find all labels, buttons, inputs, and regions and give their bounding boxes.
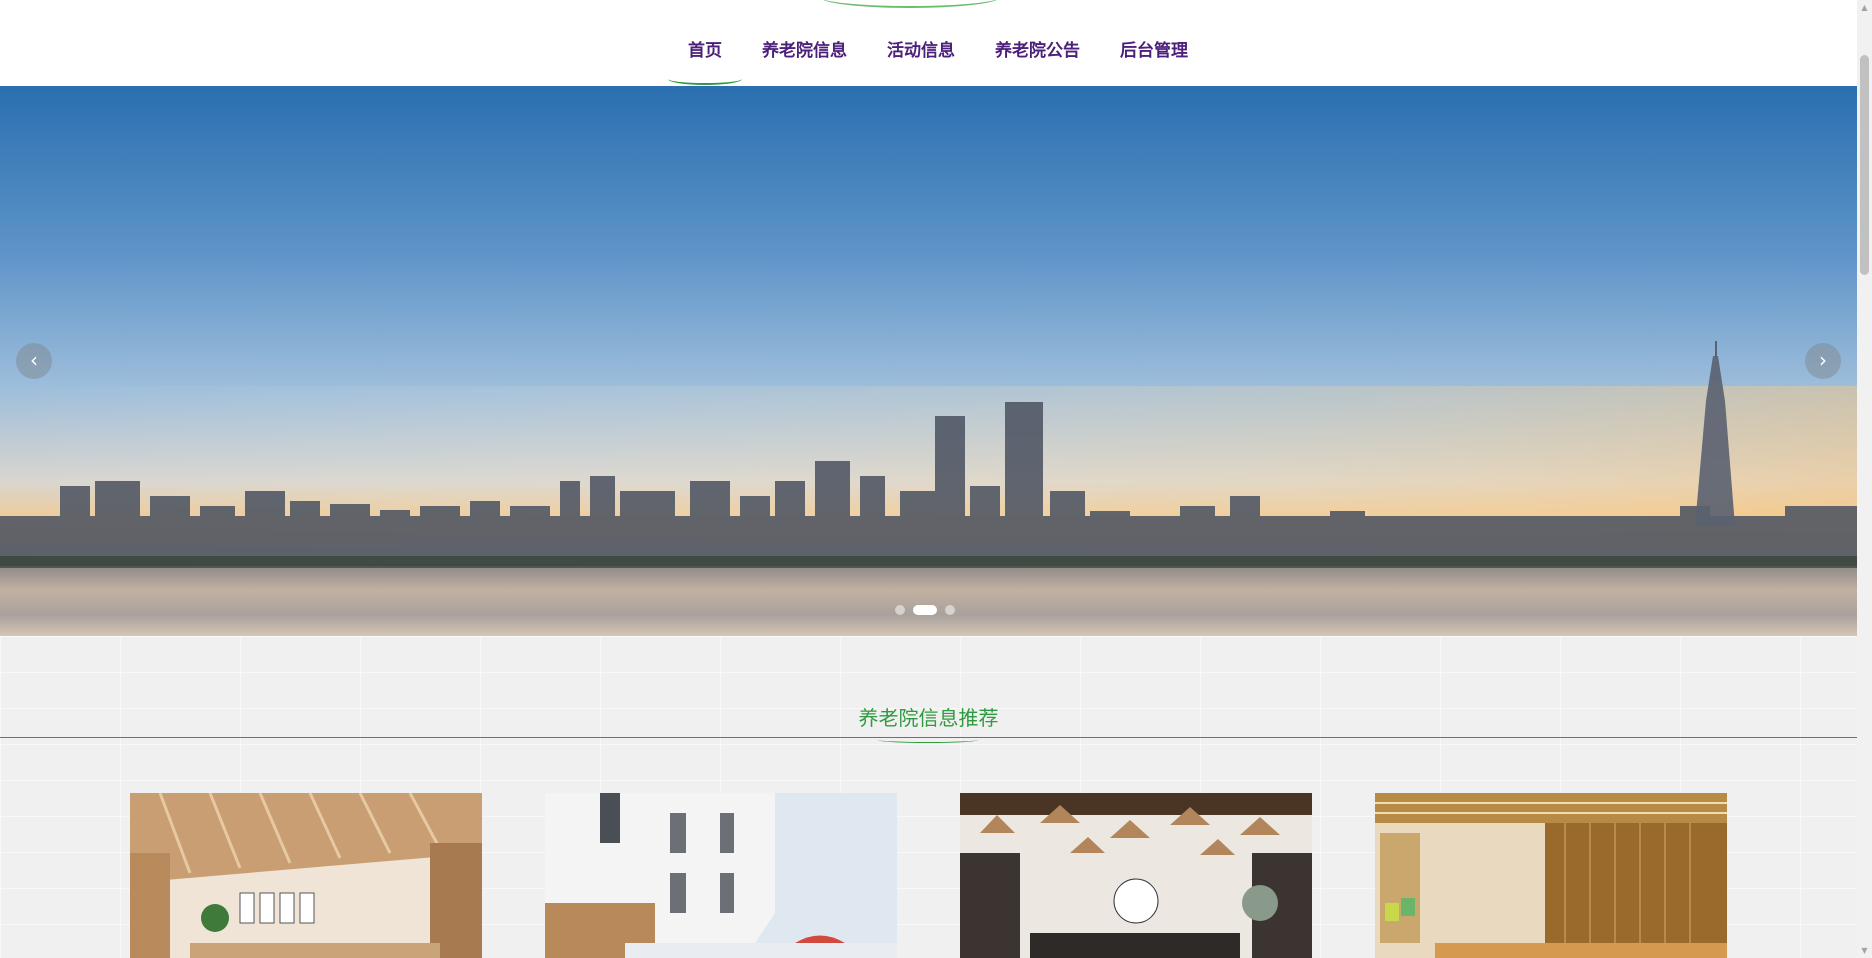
top-navigation-bar: 首页 养老院信息 活动信息 养老院公告 后台管理: [0, 0, 1857, 86]
city-skyline-image: [0, 341, 1857, 636]
card-image: [130, 793, 482, 958]
carousel-dot-3[interactable]: [945, 605, 955, 615]
nav-item-admin[interactable]: 后台管理: [1100, 0, 1208, 86]
chevron-left-icon: ‹: [30, 348, 38, 372]
nav-item-nursing-home-notice[interactable]: 养老院公告: [975, 0, 1100, 86]
recommendation-section: 养老院信息推荐: [0, 636, 1857, 958]
nav-item-home[interactable]: 首页: [668, 0, 742, 86]
carousel-prev-button[interactable]: ‹: [16, 343, 52, 379]
recommendation-card[interactable]: [130, 793, 482, 958]
nav-item-nursing-home-info[interactable]: 养老院信息: [742, 0, 867, 86]
card-image: [960, 793, 1312, 958]
scroll-up-arrow-icon[interactable]: ▲: [1857, 0, 1872, 15]
nav-item-activity-info[interactable]: 活动信息: [867, 0, 975, 86]
carousel-next-button[interactable]: ›: [1805, 343, 1841, 379]
recommendation-card[interactable]: [960, 793, 1312, 958]
card-image: [545, 793, 897, 958]
recommendation-card[interactable]: [1375, 793, 1727, 958]
recommendation-card[interactable]: [545, 793, 897, 958]
scrollbar-thumb[interactable]: [1860, 55, 1869, 275]
main-nav: 首页 养老院信息 活动信息 养老院公告 后台管理: [668, 0, 1208, 86]
chevron-right-icon: ›: [1819, 348, 1827, 372]
section-divider-arc: [878, 737, 978, 743]
section-title: 养老院信息推荐: [858, 706, 999, 730]
banner-carousel: ‹ ›: [0, 86, 1857, 636]
scroll-down-arrow-icon[interactable]: ▼: [1857, 943, 1872, 958]
carousel-indicators: [895, 605, 955, 615]
carousel-dot-2[interactable]: [913, 605, 937, 615]
recommendation-card-list: [130, 793, 1727, 958]
card-image: [1375, 793, 1727, 958]
carousel-dot-1[interactable]: [895, 605, 905, 615]
vertical-scrollbar[interactable]: ▲ ▼: [1857, 0, 1872, 958]
